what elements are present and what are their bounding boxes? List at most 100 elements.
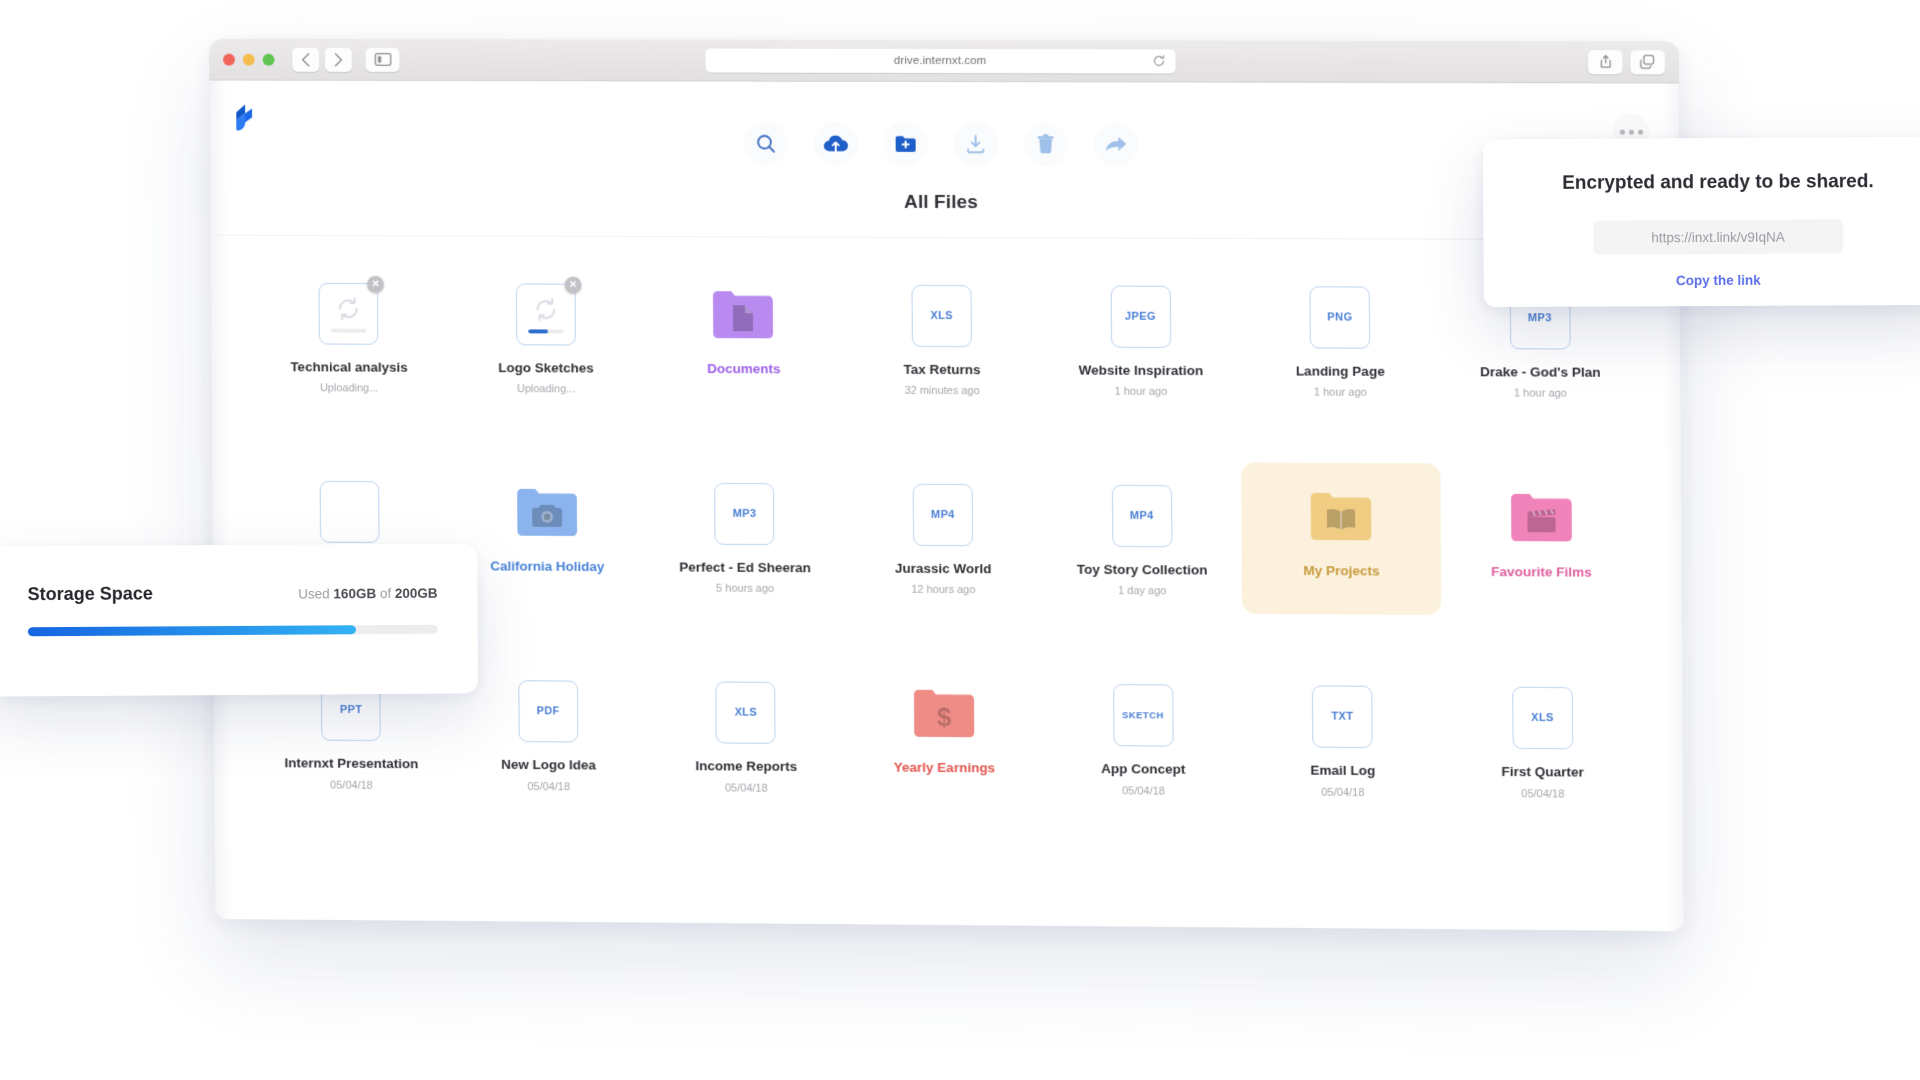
file-extension-label: SKETCH bbox=[1122, 710, 1164, 722]
file-timestamp: 05/04/18 bbox=[724, 781, 768, 795]
file-item[interactable]: Favourite Films bbox=[1441, 464, 1642, 617]
file-timestamp: 1 hour ago bbox=[1313, 386, 1367, 400]
file-name: Email Log bbox=[1310, 762, 1376, 779]
file-timestamp: 1 hour ago bbox=[1114, 385, 1168, 399]
file-item[interactable]: SKETCH App Concept 05/04/18 bbox=[1043, 661, 1243, 814]
file-name: Landing Page bbox=[1295, 363, 1385, 379]
file-item[interactable]: ✕ Logo Sketches Uploading... bbox=[447, 260, 645, 412]
file-card: TXT bbox=[1312, 685, 1373, 749]
share-popup-title: Encrypted and ready to be shared. bbox=[1562, 171, 1874, 194]
file-card: XLS bbox=[1511, 687, 1573, 750]
back-button[interactable] bbox=[292, 47, 320, 72]
file-card: MP4 bbox=[912, 484, 974, 547]
file-name: Tax Returns bbox=[903, 361, 981, 378]
header-divider bbox=[210, 234, 1681, 241]
forward-button[interactable] bbox=[324, 47, 352, 72]
file-name: My Projects bbox=[1303, 563, 1380, 579]
drive-app: All Files ✕ Technical analysis Uploading..… bbox=[209, 80, 1685, 932]
file-thumbnail: XLS bbox=[909, 284, 973, 348]
url-bar[interactable]: drive.internxt.com bbox=[705, 48, 1176, 73]
file-card: PNG bbox=[1309, 286, 1371, 349]
search-icon[interactable] bbox=[743, 121, 788, 166]
file-extension-label: XLS bbox=[930, 309, 954, 323]
file-item[interactable]: XLS First Quarter 05/04/18 bbox=[1442, 664, 1643, 817]
file-extension-label: MP3 bbox=[732, 508, 757, 521]
file-extension-label: TXT bbox=[1331, 710, 1354, 724]
file-item[interactable]: Documents bbox=[644, 261, 843, 413]
file-item[interactable]: TXT Email Log 05/04/18 bbox=[1242, 662, 1443, 815]
file-thumbnail: MP4 bbox=[911, 483, 975, 547]
file-name: Toy Story Collection bbox=[1076, 561, 1208, 578]
file-item[interactable]: California Holiday bbox=[448, 459, 646, 611]
file-timestamp: 05/04/18 bbox=[330, 779, 373, 792]
share-arrow-icon[interactable] bbox=[1093, 122, 1139, 167]
file-extension-label: XLS bbox=[734, 706, 758, 720]
reload-icon[interactable] bbox=[1152, 54, 1165, 67]
storage-space-card: Storage Space Used 160GB of 200GB bbox=[0, 543, 479, 697]
file-name: Internxt Presentation bbox=[284, 755, 419, 772]
file-timestamp: 05/04/18 bbox=[1521, 787, 1565, 801]
file-thumbnail: SKETCH bbox=[1111, 683, 1176, 748]
cancel-upload-button[interactable]: ✕ bbox=[367, 275, 385, 293]
file-card: MP3 bbox=[714, 483, 775, 546]
uploading-thumbnail: ✕ bbox=[514, 276, 582, 346]
file-timestamp: 05/04/18 bbox=[1321, 786, 1365, 799]
file-extension-label: MP4 bbox=[930, 509, 955, 522]
zoom-window-button[interactable] bbox=[262, 53, 275, 66]
upload-progress-track bbox=[527, 328, 564, 334]
file-extension-label: XLS bbox=[1530, 712, 1554, 725]
cloud-upload-icon[interactable] bbox=[813, 121, 858, 166]
folder-thumbnail bbox=[515, 481, 579, 545]
file-name: Drake - God's Plan bbox=[1479, 364, 1601, 380]
file-item[interactable]: XLS Tax Returns 32 minutes ago bbox=[842, 262, 1041, 414]
upload-progress-track bbox=[330, 328, 367, 333]
file-name: Favourite Films bbox=[1491, 564, 1592, 580]
file-name: Jurassic World bbox=[894, 560, 992, 577]
minimize-window-button[interactable] bbox=[242, 53, 255, 66]
file-item[interactable]: My Projects bbox=[1241, 462, 1442, 616]
file-thumbnail: JPEG bbox=[1108, 285, 1173, 349]
file-item[interactable]: MP3 Perfect - Ed Sheeran 5 hours ago bbox=[645, 460, 844, 612]
upload-card bbox=[515, 283, 576, 346]
file-extension-label: MP3 bbox=[1527, 312, 1552, 325]
file-timestamp: 1 hour ago bbox=[1513, 387, 1567, 400]
file-item[interactable]: $ Yearly Earnings bbox=[845, 660, 1044, 813]
folder-add-icon[interactable] bbox=[883, 121, 928, 166]
file-extension-label: MP4 bbox=[1129, 510, 1154, 523]
cancel-upload-button[interactable]: ✕ bbox=[564, 276, 582, 294]
folder-thumbnail bbox=[711, 283, 775, 347]
file-name: First Quarter bbox=[1501, 764, 1585, 780]
share-link-field[interactable]: https://inxt.link/v9IqNA bbox=[1593, 219, 1844, 255]
share-link-popup: Encrypted and ready to be shared. https:… bbox=[1482, 136, 1920, 308]
upload-status: Uploading... bbox=[319, 382, 379, 395]
file-item[interactable]: ✕ Technical analysis Uploading... bbox=[250, 260, 448, 411]
file-name: Website Inspiration bbox=[1078, 362, 1204, 379]
download-icon[interactable] bbox=[953, 122, 998, 167]
sidebar-toggle-button[interactable] bbox=[365, 47, 400, 72]
file-item[interactable]: PNG Landing Page 1 hour ago bbox=[1240, 263, 1441, 415]
tab-overview-button[interactable] bbox=[1630, 49, 1665, 74]
action-toolbar bbox=[210, 120, 1680, 168]
file-item[interactable]: PDF New Logo Idea 05/04/18 bbox=[449, 657, 647, 809]
copy-the-link-button[interactable]: Copy the link bbox=[1514, 272, 1920, 289]
file-thumbnail: TXT bbox=[1310, 685, 1375, 750]
trash-icon[interactable] bbox=[1023, 122, 1068, 167]
browser-share-button[interactable] bbox=[1588, 49, 1623, 74]
sync-icon bbox=[336, 295, 362, 321]
file-thumbnail: MP4 bbox=[1109, 484, 1174, 548]
file-card: PDF bbox=[518, 680, 579, 743]
uploading-thumbnail: ✕ bbox=[317, 275, 385, 346]
file-extension-label: JPEG bbox=[1124, 310, 1157, 323]
close-window-button[interactable] bbox=[223, 53, 235, 66]
file-name: California Holiday bbox=[490, 558, 605, 575]
file-item[interactable]: MP4 Jurassic World 12 hours ago bbox=[843, 461, 1042, 613]
file-timestamp: 32 minutes ago bbox=[904, 385, 980, 398]
file-item[interactable]: JPEG Website Inspiration 1 hour ago bbox=[1041, 262, 1241, 414]
file-item[interactable]: MP4 Toy Story Collection 1 day ago bbox=[1042, 462, 1242, 614]
file-name: Income Reports bbox=[695, 758, 798, 775]
file-card bbox=[319, 481, 380, 544]
scene: drive.internxt.com All Files ✕ Technical… bbox=[0, 0, 1920, 1080]
file-item[interactable]: XLS Income Reports 05/04/18 bbox=[647, 659, 846, 811]
file-name: App Concept bbox=[1101, 761, 1186, 778]
file-grid: ✕ Technical analysis Uploading... ✕ Logo Ske… bbox=[250, 260, 1643, 817]
